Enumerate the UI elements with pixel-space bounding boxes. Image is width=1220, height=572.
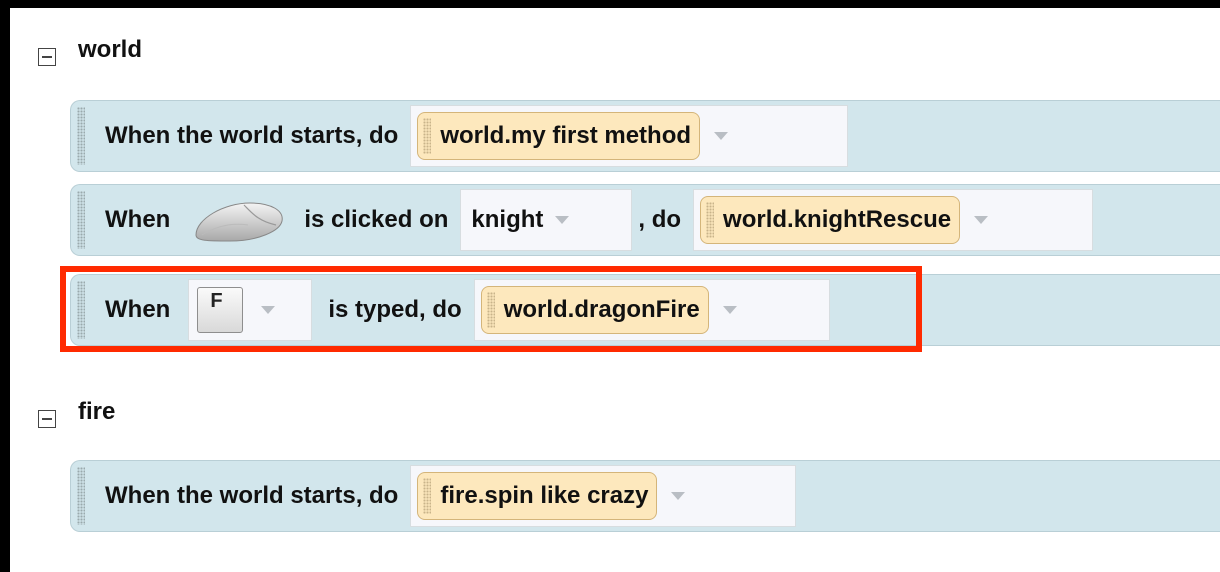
fire-group-title: fire: [78, 398, 116, 425]
key-select[interactable]: F: [188, 279, 313, 341]
object-dropdown[interactable]: [555, 216, 570, 224]
event-when-label: When: [105, 296, 171, 323]
drag-grip-icon[interactable]: [486, 292, 495, 328]
event-label: When the world starts, do: [105, 482, 399, 509]
method-pill[interactable]: fire.spin like crazy: [417, 472, 658, 520]
method-dropdown[interactable]: [714, 132, 729, 140]
method-slot[interactable]: world.knightRescue: [693, 189, 1094, 251]
drag-grip-icon[interactable]: [423, 478, 432, 514]
method-dropdown[interactable]: [671, 492, 686, 500]
object-select[interactable]: knight: [460, 189, 633, 251]
chevron-down-icon: [671, 492, 686, 500]
event-when-label: When: [105, 206, 171, 233]
event-key-typed[interactable]: When F is typed, do world.dragonFire: [70, 274, 1220, 346]
method-name: world.my first method: [440, 122, 692, 149]
method-slot[interactable]: world.dragonFire: [473, 279, 830, 341]
method-name: fire.spin like crazy: [440, 482, 649, 509]
chevron-down-icon: [974, 216, 989, 224]
chevron-down-icon: [261, 306, 276, 314]
method-dropdown[interactable]: [974, 216, 989, 224]
chevron-down-icon: [714, 132, 729, 140]
fire-group-header: fire: [38, 398, 115, 428]
drag-grip-icon[interactable]: [423, 118, 432, 154]
event-typed-label: is typed, do: [328, 296, 462, 323]
event-world-starts[interactable]: When the world starts, do world.my first…: [70, 100, 1220, 172]
chevron-down-icon: [722, 306, 737, 314]
drag-grip-icon[interactable]: [77, 107, 85, 165]
event-do-label: , do: [638, 206, 682, 233]
method-slot[interactable]: fire.spin like crazy: [410, 465, 797, 527]
mouse-icon[interactable]: [188, 195, 288, 245]
method-pill[interactable]: world.dragonFire: [480, 286, 709, 334]
method-pill[interactable]: world.knightRescue: [700, 196, 961, 244]
world-group-title: world: [78, 36, 142, 63]
method-name: world.dragonFire: [503, 296, 700, 323]
world-collapse-icon[interactable]: [38, 48, 56, 66]
world-group-header: world: [38, 36, 142, 66]
event-mouse-click[interactable]: When is clicked on knight , do world.kni…: [70, 184, 1220, 256]
method-dropdown[interactable]: [722, 306, 737, 314]
event-clicked-label: is clicked on: [304, 206, 449, 233]
drag-grip-icon[interactable]: [77, 191, 85, 249]
method-slot[interactable]: world.my first method: [410, 105, 849, 167]
method-name: world.knightRescue: [723, 206, 952, 233]
fire-collapse-icon[interactable]: [38, 410, 56, 428]
drag-grip-icon[interactable]: [77, 467, 85, 525]
key-dropdown[interactable]: [261, 306, 276, 314]
chevron-down-icon: [555, 216, 570, 224]
drag-grip-icon[interactable]: [77, 281, 85, 339]
event-label: When the world starts, do: [105, 122, 399, 149]
event-editor-panel: world When the world starts, do world.my…: [10, 8, 1220, 572]
key-f-button[interactable]: F: [197, 287, 244, 333]
drag-grip-icon[interactable]: [706, 202, 715, 238]
method-pill[interactable]: world.my first method: [417, 112, 701, 160]
object-select-value: knight: [471, 206, 544, 233]
event-fire-world-starts[interactable]: When the world starts, do fire.spin like…: [70, 460, 1220, 532]
